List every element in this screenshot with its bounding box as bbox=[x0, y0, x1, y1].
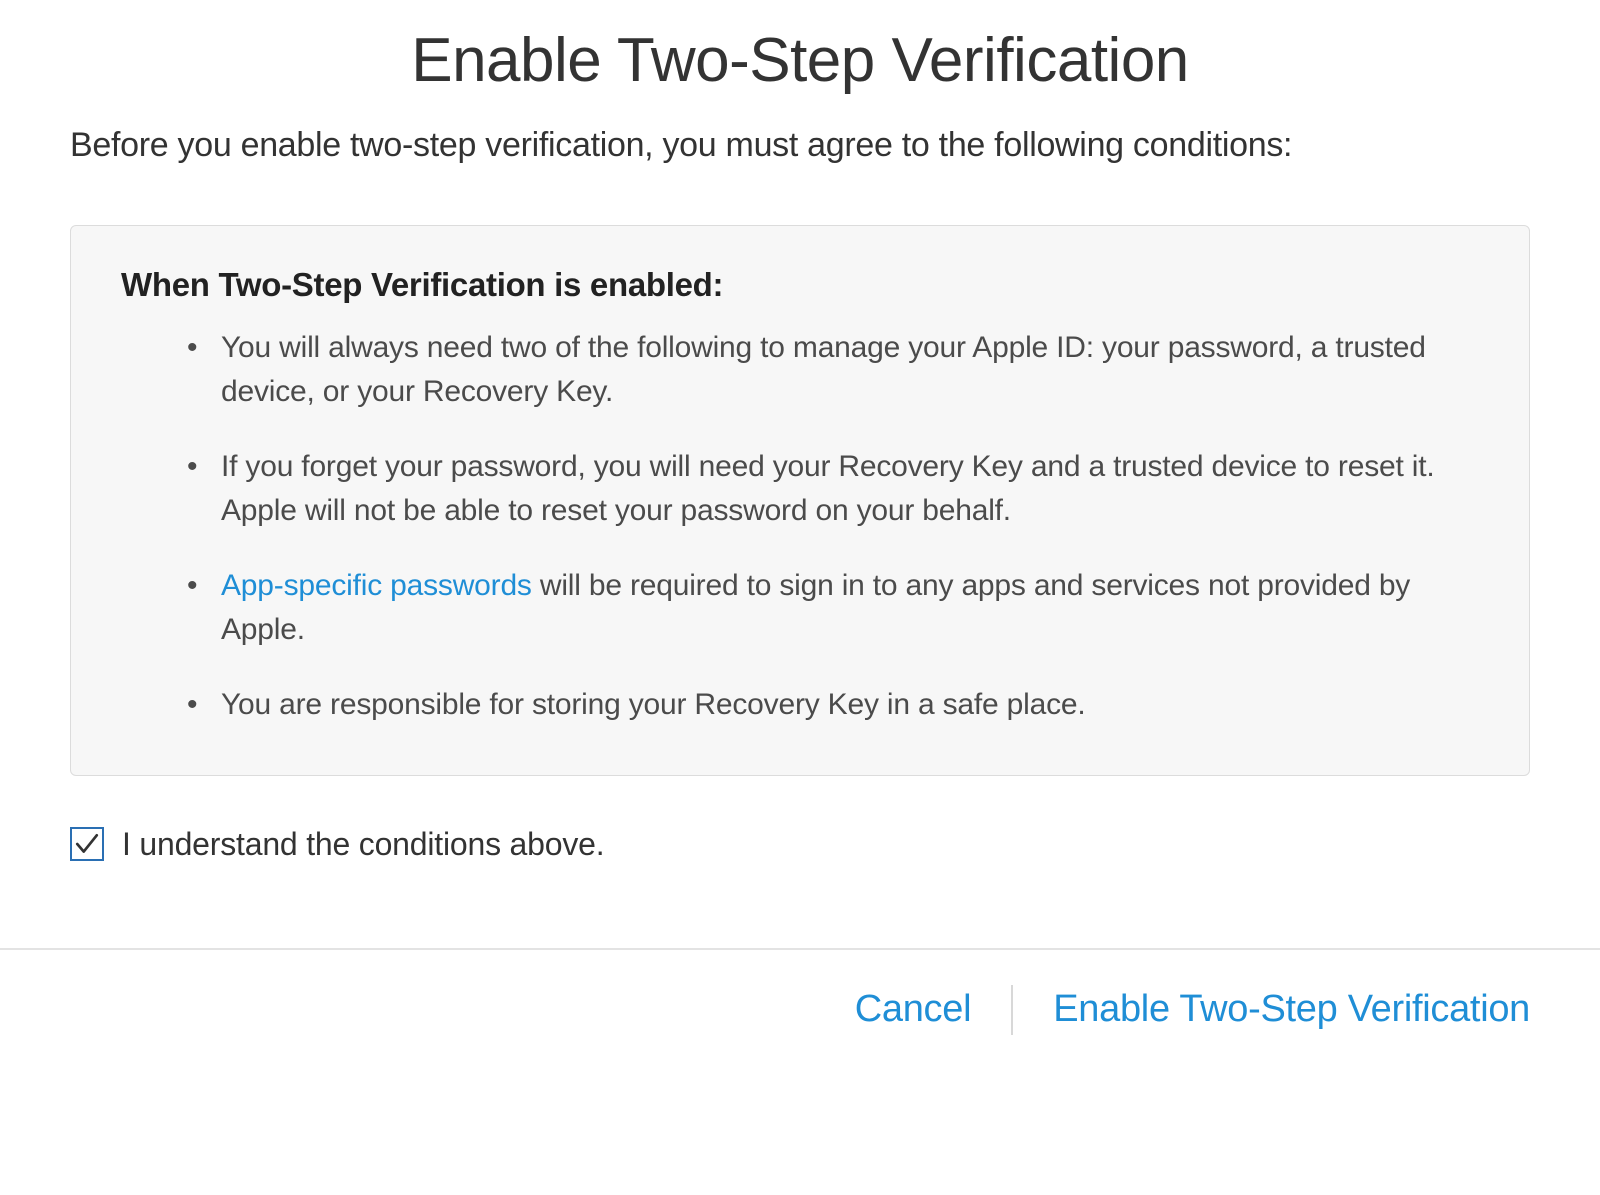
app-specific-passwords-link[interactable]: App-specific passwords bbox=[221, 569, 532, 602]
condition-item: If you forget your password, you will ne… bbox=[221, 445, 1479, 532]
page-subtitle: Before you enable two-step verification,… bbox=[70, 126, 1530, 165]
footer-separator bbox=[1011, 985, 1013, 1035]
condition-item: You are responsible for storing your Rec… bbox=[221, 683, 1479, 727]
conditions-heading: When Two-Step Verification is enabled: bbox=[121, 266, 1479, 304]
conditions-list: You will always need two of the followin… bbox=[121, 326, 1479, 727]
cancel-button[interactable]: Cancel bbox=[855, 988, 972, 1031]
agree-checkbox[interactable] bbox=[70, 827, 104, 861]
footer-actions: Cancel Enable Two-Step Verification bbox=[0, 950, 1600, 1035]
enable-button[interactable]: Enable Two-Step Verification bbox=[1053, 988, 1530, 1031]
page-title: Enable Two-Step Verification bbox=[70, 25, 1530, 96]
condition-item: App-specific passwords will be required … bbox=[221, 564, 1479, 651]
agree-label: I understand the conditions above. bbox=[122, 826, 604, 863]
conditions-panel: When Two-Step Verification is enabled: Y… bbox=[70, 225, 1530, 776]
condition-item: You will always need two of the followin… bbox=[221, 326, 1479, 413]
checkmark-icon bbox=[74, 831, 100, 857]
